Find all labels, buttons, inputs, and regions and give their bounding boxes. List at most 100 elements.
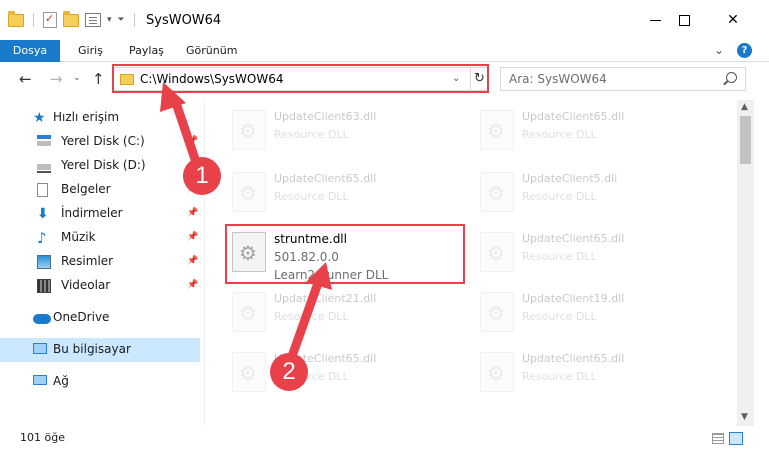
file-item[interactable]: UpdateClient63.dll Resource DLL	[232, 104, 472, 164]
expand-ribbon-icon[interactable]: ⌄	[714, 43, 724, 57]
help-icon[interactable]: ?	[737, 43, 752, 58]
ribbon-tabs: Dosya Giriş Paylaş Görünüm ⌄ ?	[0, 40, 769, 62]
search-icon[interactable]	[726, 72, 737, 83]
vertical-scrollbar[interactable]: ▲ ▼	[737, 100, 754, 426]
view-options-icon[interactable]	[85, 13, 101, 27]
tiles-view-icon[interactable]	[729, 432, 743, 445]
pin-icon[interactable]: 📌	[187, 280, 198, 290]
tab-home[interactable]: Giriş	[78, 40, 103, 62]
file-item[interactable]: UpdateClient65.dll Resource DLL	[232, 166, 472, 226]
new-folder-icon[interactable]	[63, 10, 79, 27]
file-item[interactable]: UpdateClient65.dll Resource DLL	[480, 226, 720, 286]
file-name: UpdateClient65.dll	[274, 172, 377, 185]
file-highlight-box	[225, 224, 465, 284]
drive-d-icon	[37, 159, 51, 173]
sidebar-item-label: Videolar	[61, 278, 111, 292]
toolbar-separator	[33, 13, 34, 27]
file-name: UpdateClient65.dll	[522, 352, 625, 365]
sidebar-item-label: Yerel Disk (D:)	[61, 158, 146, 172]
back-arrow-icon[interactable]: ←	[19, 70, 32, 88]
navigation-pane: ★ Hızlı erişim Yerel Disk (C:) 📌 Yerel D…	[0, 100, 205, 426]
tab-file[interactable]: Dosya	[0, 40, 60, 62]
sidebar-item-label: İndirmeler	[61, 206, 123, 220]
file-name: UpdateClient65.dll	[522, 232, 625, 245]
close-button[interactable]: ✕	[710, 0, 756, 40]
music-icon: ♪	[37, 229, 47, 247]
file-item[interactable]: UpdateClient65.dll Resource DLL	[232, 346, 472, 406]
file-type: Resource DLL	[274, 310, 349, 323]
search-input[interactable]: Ara: SysWOW64	[500, 67, 746, 91]
file-name: UpdateClient5.dll	[522, 172, 618, 185]
sidebar-item-videos[interactable]: Videolar 📌	[0, 274, 200, 298]
pin-icon[interactable]: 📌	[187, 136, 198, 146]
tab-share[interactable]: Paylaş	[129, 40, 164, 62]
sidebar-item-label: Resimler	[61, 254, 114, 268]
step-1-label: 1	[195, 162, 209, 189]
sidebar-item-downloads[interactable]: ⬇ İndirmeler 📌	[0, 202, 200, 226]
pin-icon[interactable]: 📌	[187, 232, 198, 242]
step-2-label: 2	[282, 358, 296, 385]
file-type: Resource DLL	[522, 250, 597, 263]
sidebar-item-music[interactable]: ♪ Müzik 📌	[0, 226, 200, 250]
sidebar-item-local-disk-d[interactable]: Yerel Disk (D:) 📌	[0, 154, 200, 178]
window-title: SysWOW64	[146, 13, 222, 28]
up-arrow-icon[interactable]: ↑	[92, 70, 105, 88]
toolbar-separator	[133, 13, 135, 27]
file-item[interactable]: UpdateClient65.dll Resource DLL	[480, 346, 720, 406]
properties-icon[interactable]	[43, 12, 57, 28]
tab-view[interactable]: Görünüm	[186, 40, 237, 62]
this-pc-icon	[33, 343, 47, 354]
maximize-button[interactable]	[661, 0, 707, 40]
address-highlight-box	[112, 64, 489, 93]
details-view-icon[interactable]	[712, 433, 724, 444]
file-item[interactable]: UpdateClient19.dll Resource DLL	[480, 286, 720, 346]
file-item[interactable]: UpdateClient5.dll Resource DLL	[480, 166, 720, 226]
sidebar-item-label: Hızlı erişim	[53, 110, 120, 124]
file-type: Resource DLL	[522, 128, 597, 141]
file-name: UpdateClient19.dll	[522, 292, 625, 305]
videos-icon	[37, 279, 51, 293]
sidebar-item-onedrive[interactable]: OneDrive	[0, 306, 200, 330]
scroll-down-icon[interactable]: ▼	[741, 412, 748, 422]
sidebar-item-label: Belgeler	[61, 182, 111, 196]
pin-icon[interactable]: 📌	[187, 208, 198, 218]
close-icon: ✕	[727, 12, 739, 28]
dll-file-icon	[480, 292, 514, 332]
quick-access-toolbar: ▾ ⏷	[8, 10, 138, 28]
sidebar-item-this-pc[interactable]: Bu bilgisayar	[0, 338, 200, 362]
sidebar-item-label: Ağ	[53, 374, 69, 388]
file-type: Resource DLL	[522, 370, 597, 383]
sidebar-item-network[interactable]: Ağ	[0, 370, 200, 394]
star-icon: ★	[33, 110, 46, 126]
sidebar-item-label: Yerel Disk (C:)	[61, 134, 145, 148]
sidebar-item-local-disk-c[interactable]: Yerel Disk (C:) 📌	[0, 130, 200, 154]
status-bar: 101 öğe	[0, 426, 769, 465]
file-type: Resource DLL	[274, 190, 349, 203]
scroll-up-icon[interactable]: ▲	[741, 102, 748, 112]
customize-toolbar-icon[interactable]: ⏷	[118, 15, 125, 25]
dll-file-icon	[232, 110, 266, 150]
scrollbar-thumb[interactable]	[740, 116, 751, 164]
dll-file-icon	[232, 292, 266, 332]
pin-icon[interactable]: 📌	[187, 256, 198, 266]
file-item[interactable]: UpdateClient65.dll Resource DLL	[480, 104, 720, 164]
file-type: Resource DLL	[522, 310, 597, 323]
dll-file-icon	[480, 232, 514, 272]
forward-arrow-icon[interactable]: →	[50, 70, 63, 88]
recent-locations-icon[interactable]: ⌄	[73, 73, 81, 83]
sidebar-item-quick-access[interactable]: ★ Hızlı erişim	[0, 106, 200, 130]
chevron-down-icon[interactable]: ▾	[107, 15, 112, 25]
file-name: UpdateClient21.dll	[274, 292, 377, 305]
dll-file-icon	[232, 172, 266, 212]
search-placeholder: Ara: SysWOW64	[509, 72, 607, 86]
pictures-icon	[37, 255, 51, 269]
downloads-icon: ⬇	[37, 206, 49, 222]
file-item[interactable]: UpdateClient21.dll Resource DLL	[232, 286, 472, 346]
sidebar-item-documents[interactable]: Belgeler 📌	[0, 178, 200, 202]
sidebar-item-pictures[interactable]: Resimler 📌	[0, 250, 200, 274]
network-icon	[33, 375, 47, 385]
file-name: UpdateClient65.dll	[522, 110, 625, 123]
drive-c-icon	[37, 135, 51, 149]
sidebar-item-label: Bu bilgisayar	[53, 342, 131, 356]
dll-file-icon	[232, 352, 266, 392]
